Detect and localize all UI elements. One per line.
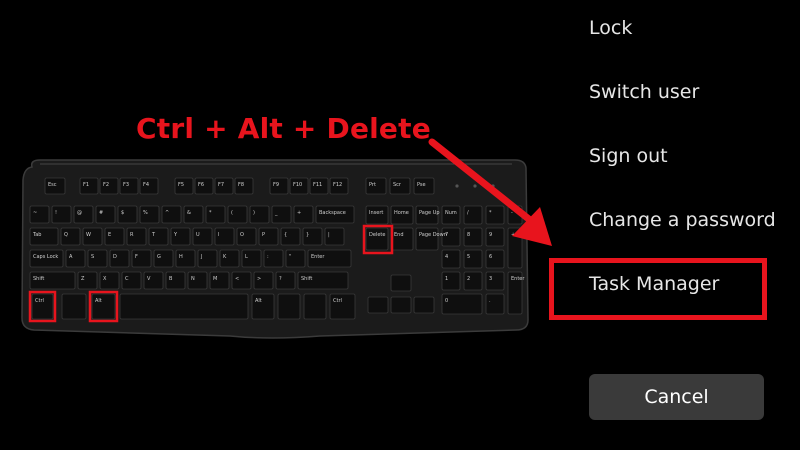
cancel-button[interactable]: Cancel: [589, 374, 764, 420]
menu-item-change-password[interactable]: Change a password: [589, 208, 776, 232]
shortcut-label: Ctrl + Alt + Delete: [136, 112, 431, 145]
menu-item-sign-out[interactable]: Sign out: [589, 144, 668, 168]
menu-item-task-manager[interactable]: Task Manager: [589, 272, 719, 296]
menu-item-switch-user[interactable]: Switch user: [589, 80, 699, 104]
menu-item-lock[interactable]: Lock: [589, 16, 632, 40]
